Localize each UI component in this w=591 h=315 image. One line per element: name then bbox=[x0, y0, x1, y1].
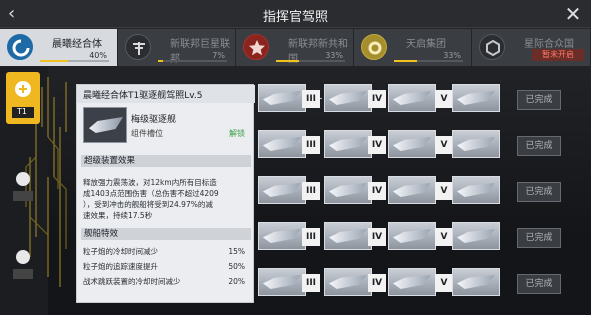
tab-progress-text: 40% bbox=[89, 51, 107, 60]
tier-badge: V bbox=[435, 274, 453, 292]
tab-progress-bar bbox=[276, 60, 345, 62]
status-badge[interactable]: 已完成 bbox=[517, 136, 561, 156]
tab-progress-text: 33% bbox=[325, 51, 343, 60]
license-screen: ‹ 指挥官驾照 ✕ 晨曦经合体 40% 新联邦巨星联邦 7% 新联邦新共和国 3… bbox=[0, 0, 591, 315]
rank-t3[interactable] bbox=[6, 243, 40, 295]
effect-row: 战术跳跃装置的冷却时间减少 20% bbox=[83, 277, 245, 286]
ship-thumbnail[interactable] bbox=[452, 268, 500, 296]
status-badge[interactable]: 已完成 bbox=[517, 274, 561, 294]
tab-progress-bar bbox=[394, 60, 463, 62]
ship-thumbnail[interactable] bbox=[258, 222, 306, 250]
effect-row: 粒子炮的追踪速度提升 50% bbox=[83, 262, 245, 271]
ship-thumbnail[interactable] bbox=[388, 130, 436, 158]
tier-badge-icon bbox=[13, 250, 33, 279]
tier-badge: III bbox=[302, 182, 320, 200]
popup-title: 晨曦经合体T1驱逐舰驾照Lv.5 bbox=[77, 85, 255, 103]
ship-name: 梅级驱逐舰 bbox=[131, 115, 177, 125]
ship-thumbnail[interactable] bbox=[388, 84, 436, 112]
ship-thumbnail[interactable] bbox=[258, 268, 306, 296]
ship-icon bbox=[83, 107, 127, 143]
tier-badge-icon bbox=[13, 172, 33, 201]
tab-cross[interactable]: 新联邦巨星联邦 7% bbox=[118, 29, 236, 66]
ship-thumbnail[interactable] bbox=[452, 84, 500, 112]
tier-badge: V bbox=[435, 136, 453, 154]
tab-gear[interactable]: 天启集团 33% bbox=[354, 29, 472, 66]
tab-progress-text: 7% bbox=[212, 51, 225, 60]
cross-faction-icon bbox=[125, 34, 151, 60]
tab-progress-text: 33% bbox=[443, 51, 461, 60]
status-badge[interactable]: 已完成 bbox=[517, 228, 561, 248]
ship-thumbnail[interactable] bbox=[324, 222, 372, 250]
ship-thumbnail[interactable] bbox=[324, 84, 372, 112]
slot-status: 解锁 bbox=[229, 129, 245, 138]
ship-thumbnail[interactable] bbox=[388, 176, 436, 204]
status-badge[interactable]: 已完成 bbox=[517, 182, 561, 202]
tier-badge: III bbox=[302, 274, 320, 292]
ship-thumbnail[interactable] bbox=[258, 84, 306, 112]
tier-badge: III bbox=[302, 90, 320, 108]
tier-badge: IV bbox=[368, 182, 386, 200]
tier-badge: V bbox=[435, 90, 453, 108]
ship-thumbnail[interactable] bbox=[452, 130, 500, 158]
tier-badge: V bbox=[435, 228, 453, 246]
tab-hex[interactable]: 星际合众国 0% 暂未开启 bbox=[472, 29, 591, 66]
section-super-device: 超级装置效果 bbox=[81, 155, 251, 167]
ship-thumbnail[interactable] bbox=[452, 222, 500, 250]
star-faction-icon bbox=[243, 34, 269, 60]
tab-star[interactable]: 新联邦新共和国 33% bbox=[236, 29, 354, 66]
faction-tabs: 晨曦经合体 40% 新联邦巨星联邦 7% 新联邦新共和国 33% 天启集团 33… bbox=[0, 29, 591, 66]
ship-thumbnail[interactable] bbox=[324, 130, 372, 158]
tier-badge: IV bbox=[368, 136, 386, 154]
ship-thumbnail[interactable] bbox=[388, 268, 436, 296]
slot-label: 组件槽位 bbox=[131, 129, 163, 138]
tab-dawn[interactable]: 晨曦经合体 40% bbox=[0, 29, 118, 66]
super-device-desc: 释放强力震荡波，对12km内所有目标造 成1403点范围伤害（总伤害不超过420… bbox=[83, 178, 219, 220]
gear-faction-icon bbox=[361, 34, 387, 60]
ship-thumbnail[interactable] bbox=[324, 268, 372, 296]
tier-badge: III bbox=[302, 228, 320, 246]
tier-badge: III bbox=[302, 136, 320, 154]
locked-badge: 暂未开启 bbox=[532, 49, 584, 61]
hex-faction-icon bbox=[479, 34, 505, 60]
tab-name: 天启集团 bbox=[406, 39, 446, 50]
ship-thumbnail[interactable] bbox=[452, 176, 500, 204]
effect-row: 粒子炮的冷却时间减少 15% bbox=[83, 247, 245, 256]
tab-progress-bar bbox=[40, 60, 109, 62]
ship-thumbnail[interactable] bbox=[258, 130, 306, 158]
tier-badge: IV bbox=[368, 90, 386, 108]
section-ship-effects: 舰船特效 bbox=[81, 228, 251, 240]
dawn-faction-icon bbox=[7, 34, 33, 60]
tier-badge: IV bbox=[368, 274, 386, 292]
rank-label: T1 bbox=[17, 107, 27, 116]
tier-badge: IV bbox=[368, 228, 386, 246]
tab-progress-bar bbox=[158, 60, 227, 62]
close-x-icon[interactable]: ✕ bbox=[563, 3, 583, 25]
tier-badge: V bbox=[435, 182, 453, 200]
status-badge[interactable]: 已完成 bbox=[517, 90, 561, 110]
ship-thumbnail[interactable] bbox=[388, 222, 436, 250]
tab-name: 晨曦经合体 bbox=[52, 39, 102, 50]
license-popup: 晨曦经合体T1驱逐舰驾照Lv.5 梅级驱逐舰 组件槽位 解锁 超级装置效果 释放… bbox=[76, 84, 255, 303]
ship-thumbnail[interactable] bbox=[258, 176, 306, 204]
rank-t2[interactable] bbox=[6, 165, 40, 217]
top-bar: ‹ 指挥官驾照 ✕ bbox=[0, 0, 591, 28]
tab-name: 星际合众国 bbox=[524, 39, 574, 50]
ship-thumbnail[interactable] bbox=[324, 176, 372, 204]
rank-t1[interactable]: T1 bbox=[6, 72, 40, 124]
page-title: 指挥官驾照 bbox=[262, 10, 328, 25]
